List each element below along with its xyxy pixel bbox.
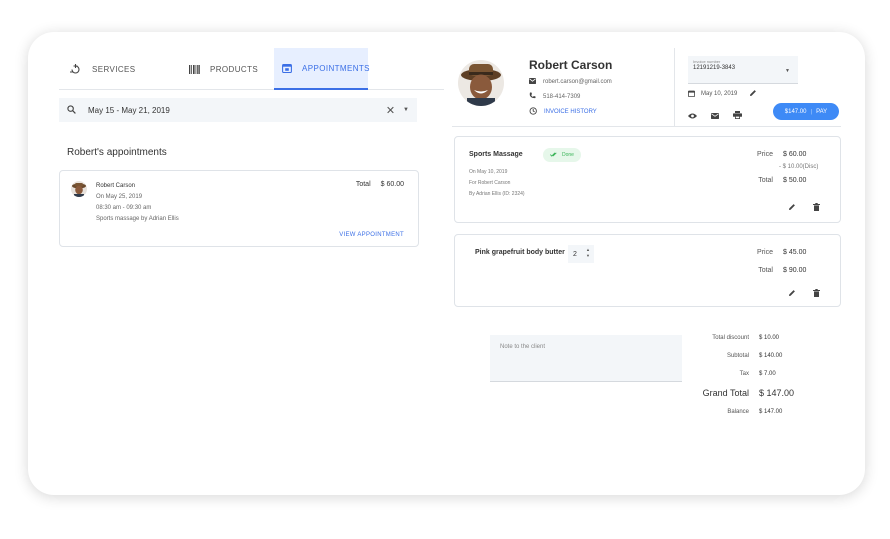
tab-appointments[interactable]: APPOINTMENTS bbox=[274, 48, 370, 90]
email-icon[interactable] bbox=[711, 106, 719, 124]
client-note-placeholder: Note to the client bbox=[500, 344, 546, 350]
customer-phone-row: 518-414-7309 bbox=[529, 92, 580, 101]
date-range-value: May 15 - May 21, 2019 bbox=[88, 105, 170, 115]
tab-services[interactable]: SERVICES bbox=[65, 48, 155, 90]
date-range-search[interactable]: May 15 - May 21, 2019 ✕ ▼ bbox=[59, 98, 417, 122]
quantity-stepper[interactable]: 2 ▲ ▼ bbox=[568, 245, 594, 263]
balance-value: $ 147.00 bbox=[759, 409, 783, 415]
tab-bar: SERVICES PRODUCTS APPOINTMENTS bbox=[59, 48, 444, 90]
phone-icon bbox=[529, 92, 536, 101]
total-value: $ 90.00 bbox=[783, 267, 807, 274]
total-discount-label: Total discount bbox=[712, 335, 749, 341]
appointment-total-value: $ 60.00 bbox=[380, 181, 404, 188]
invoice-number-value: 12191219-3843 bbox=[693, 65, 736, 71]
pay-separator: | bbox=[810, 108, 813, 115]
appointment-time: 08:30 am - 09:30 am bbox=[96, 205, 152, 211]
invoice-history-label: INVOICE HISTORY bbox=[544, 109, 597, 115]
subtotal-value: $ 140.00 bbox=[759, 353, 783, 359]
tab-products[interactable]: PRODUCTS bbox=[159, 48, 259, 90]
subtotal-label: Subtotal bbox=[726, 353, 749, 359]
invoice-number-label: Invoice number bbox=[693, 59, 721, 64]
grand-total-label: Grand Total bbox=[702, 388, 749, 398]
customer-phone: 518-414-7309 bbox=[543, 93, 581, 100]
chevron-down-icon: ▼ bbox=[785, 68, 790, 74]
clear-icon[interactable]: ✕ bbox=[386, 104, 395, 117]
customer-email-row: robert.carson@gmail.com bbox=[529, 78, 612, 86]
print-icon[interactable] bbox=[733, 106, 742, 124]
edit-icon[interactable] bbox=[788, 203, 796, 213]
item-date: On May 10, 2019 bbox=[469, 169, 508, 175]
total-value: $ 50.00 bbox=[783, 177, 807, 184]
status-label: Done bbox=[562, 152, 574, 158]
view-appointment-link[interactable]: VIEW APPOINTMENT bbox=[339, 232, 404, 238]
item-name: Pink grapefruit body butter bbox=[475, 249, 565, 256]
chevron-down-icon[interactable]: ▼ bbox=[403, 107, 409, 113]
pay-label: PAY bbox=[816, 108, 828, 115]
appointment-description: Sports massage by Adrian Ellis bbox=[96, 216, 179, 222]
appointment-total-label: Total bbox=[355, 181, 371, 188]
avatar bbox=[71, 181, 87, 197]
invoice-history-link[interactable]: INVOICE HISTORY bbox=[529, 107, 597, 117]
appointment-card[interactable]: Robert Carson On May 25, 2019 08:30 am -… bbox=[59, 170, 419, 247]
header-bottom-divider bbox=[452, 126, 841, 127]
tax-label: Tax bbox=[739, 371, 749, 377]
customer-avatar bbox=[458, 60, 504, 106]
search-icon bbox=[67, 104, 76, 116]
edit-icon[interactable] bbox=[788, 289, 796, 299]
grand-total-value: $ 147.00 bbox=[759, 388, 795, 398]
item-staff: By Adrian Ellis (ID: 2324) bbox=[469, 191, 525, 197]
header-divider bbox=[674, 48, 675, 126]
item-name: Sports Massage bbox=[469, 151, 523, 158]
invoice-item-product: Pink grapefruit body butter 2 ▲ ▼ Price $… bbox=[454, 234, 841, 307]
edit-date-icon[interactable] bbox=[749, 89, 757, 99]
tax-value: $ 7.00 bbox=[759, 371, 776, 377]
total-label: Total bbox=[758, 267, 773, 274]
appointment-client-name: Robert Carson bbox=[96, 183, 136, 189]
tab-services-label: SERVICES bbox=[92, 64, 136, 74]
delete-icon[interactable] bbox=[813, 203, 820, 213]
total-discount-value: $ 10.00 bbox=[759, 335, 780, 341]
calendar-icon bbox=[282, 63, 292, 73]
calendar-icon bbox=[688, 90, 695, 99]
barcode-icon bbox=[189, 64, 200, 74]
stepper-arrows-icon[interactable]: ▲ ▼ bbox=[586, 247, 590, 259]
price-value: $ 60.00 bbox=[783, 151, 807, 158]
price-value: $ 45.00 bbox=[783, 249, 807, 256]
appointment-date: On May 25, 2019 bbox=[96, 194, 143, 200]
delete-icon[interactable] bbox=[813, 289, 820, 299]
client-note-field[interactable]: Note to the client bbox=[490, 335, 682, 382]
history-icon bbox=[529, 107, 537, 117]
item-client: For Robert Carson bbox=[469, 180, 511, 186]
quantity-value: 2 bbox=[573, 250, 577, 258]
appointments-title: Robert's appointments bbox=[67, 147, 167, 158]
pay-amount: $147.00 bbox=[784, 108, 807, 115]
invoice-number-select[interactable]: Invoice number 12191219-3843 ▼ bbox=[688, 56, 798, 84]
tab-appointments-label: APPOINTMENTS bbox=[302, 63, 370, 73]
status-badge: Done bbox=[543, 148, 581, 162]
price-label: Price bbox=[757, 249, 773, 256]
pay-button[interactable]: $147.00 | PAY bbox=[773, 103, 839, 120]
total-label: Total bbox=[758, 177, 773, 184]
price-label: Price bbox=[757, 151, 773, 158]
mail-icon bbox=[529, 78, 536, 86]
customer-email: robert.carson@gmail.com bbox=[543, 79, 612, 85]
preview-eye-icon[interactable] bbox=[688, 106, 697, 124]
discount-value: - $ 10.00(Disc) bbox=[779, 164, 819, 170]
invoice-item-service: Sports Massage Done On May 10, 2019 For … bbox=[454, 136, 841, 223]
balance-label: Balance bbox=[727, 409, 749, 415]
invoice-date: May 10, 2019 bbox=[688, 89, 757, 99]
pos-window: SERVICES PRODUCTS APPOINTMENTS May 15 - … bbox=[28, 32, 865, 495]
tab-products-label: PRODUCTS bbox=[210, 64, 259, 74]
double-check-icon bbox=[549, 151, 559, 159]
services-icon bbox=[69, 63, 82, 76]
invoice-actions bbox=[688, 106, 742, 124]
customer-name: Robert Carson bbox=[529, 58, 613, 72]
appointment-total: Total $ 60.00 bbox=[356, 181, 404, 188]
invoice-date-value: May 10, 2019 bbox=[701, 91, 738, 97]
